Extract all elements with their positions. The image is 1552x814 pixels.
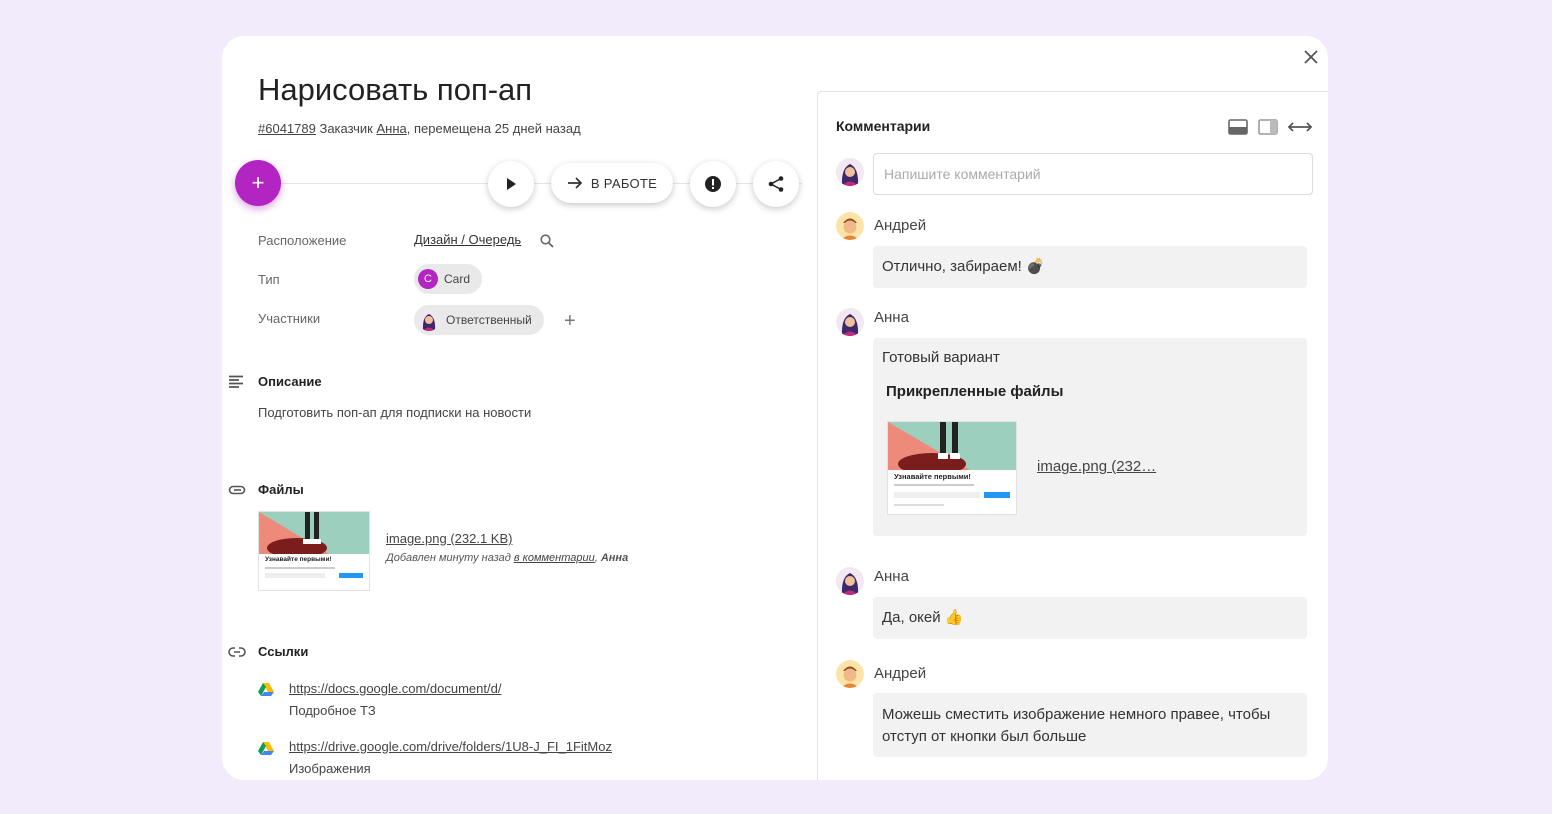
- file-meta: Добавлен минуту назад в комментарии, Анн…: [386, 552, 629, 564]
- link-icon: [228, 645, 246, 663]
- file-author: Анна: [600, 552, 629, 564]
- files-title: Файлы: [258, 482, 304, 497]
- play-button[interactable]: [488, 161, 534, 207]
- close-icon: [1304, 50, 1318, 64]
- file-thumbnail[interactable]: Узнавайте первыми!: [258, 511, 370, 591]
- avatar: [418, 309, 440, 331]
- avatar: [836, 308, 864, 336]
- comments-title: Комментарии: [836, 118, 931, 134]
- task-modal: Нарисовать поп-ап #6041789 Заказчик Анна…: [222, 36, 1328, 780]
- status-button[interactable]: В РАБОТЕ: [551, 163, 673, 203]
- layout-bottom-icon[interactable]: [1228, 119, 1248, 135]
- comments-panel: Комментарии Андрей Отлично, забираем! 💣: [817, 91, 1328, 780]
- arrow-right-icon: [567, 177, 583, 189]
- priority-button[interactable]: [690, 161, 736, 207]
- location-label: Расположение: [258, 233, 347, 248]
- layout-side-icon[interactable]: [1258, 119, 1278, 135]
- link-url[interactable]: https://docs.google.com/document/d/: [289, 681, 501, 696]
- customer-label: Заказчик: [319, 121, 373, 136]
- location-link[interactable]: Дизайн / Очередь: [414, 232, 521, 247]
- avatar: [836, 212, 864, 240]
- share-icon: [768, 176, 784, 192]
- link-description: Подробное ТЗ: [289, 703, 376, 718]
- type-label: Тип: [258, 272, 280, 287]
- google-drive-icon: [258, 741, 274, 760]
- task-title: Нарисовать поп-ап: [258, 72, 533, 107]
- panel-view-controls: [1228, 119, 1312, 135]
- google-drive-icon: [258, 682, 274, 701]
- comment-bubble[interactable]: Готовый вариант Прикрепленные файлы Узна…: [873, 338, 1307, 536]
- comment-text: Готовый вариант: [882, 349, 1000, 366]
- close-button[interactable]: [1298, 44, 1324, 70]
- status-label: В РАБОТЕ: [590, 175, 658, 191]
- type-chip[interactable]: C Card: [414, 264, 483, 294]
- file-added-text: Добавлен минуту назад: [386, 552, 511, 564]
- comment-author: Анна: [874, 568, 909, 585]
- share-button[interactable]: [753, 161, 799, 207]
- expand-horizontal-icon[interactable]: [1288, 121, 1312, 133]
- link-description: Изображения: [289, 761, 371, 776]
- attachment-thumbnail[interactable]: Узнавайте первыми!: [887, 421, 1017, 515]
- link-url[interactable]: https://drive.google.com/drive/folders/1…: [289, 739, 612, 754]
- attachment-link[interactable]: image.png (232…: [1037, 456, 1156, 478]
- comment-author: Андрей: [874, 665, 927, 682]
- member-chip[interactable]: Ответственный: [414, 305, 544, 335]
- member-role: Ответственный: [446, 313, 532, 327]
- description-icon: [228, 375, 244, 394]
- task-id-link[interactable]: #6041789: [258, 121, 316, 136]
- comment-bubble[interactable]: Можешь сместить изображение немного прав…: [873, 693, 1307, 757]
- comment-input[interactable]: [873, 153, 1313, 195]
- task-meta: #6041789 Заказчик Анна, перемещена 25 дн…: [258, 121, 581, 136]
- avatar: [836, 567, 864, 595]
- customer-link[interactable]: Анна: [376, 121, 406, 136]
- comment-bubble[interactable]: Да, окей 👍: [873, 597, 1307, 639]
- members-label: Участники: [258, 311, 321, 326]
- description-text[interactable]: Подготовить поп-ап для подписки на новос…: [258, 405, 531, 420]
- moved-text: , перемещена 25 дней назад: [406, 121, 581, 136]
- file-comment-link[interactable]: в комментарии: [514, 552, 595, 564]
- file-link[interactable]: image.png (232.1 KB): [386, 531, 512, 546]
- type-value: Card: [444, 272, 471, 286]
- description-title: Описание: [258, 374, 322, 389]
- search-icon[interactable]: [540, 234, 554, 253]
- avatar: [836, 660, 864, 688]
- avatar: [836, 158, 864, 186]
- comment-author: Анна: [874, 309, 909, 326]
- exclamation-icon: [705, 176, 721, 192]
- paperclip-icon: [228, 483, 246, 501]
- links-title: Ссылки: [258, 644, 309, 659]
- play-icon: [507, 178, 516, 190]
- add-member-button[interactable]: +: [564, 310, 576, 333]
- comment-author: Андрей: [874, 217, 927, 234]
- thumb-heading: Узнавайте первыми!: [265, 556, 332, 563]
- comment-bubble[interactable]: Отлично, забираем! 💣: [873, 246, 1307, 288]
- thumb-heading: Узнавайте первыми!: [894, 472, 971, 481]
- add-button[interactable]: +: [235, 160, 281, 206]
- type-badge: C: [418, 269, 438, 289]
- attachments-title: Прикрепленные файлы: [886, 383, 1064, 400]
